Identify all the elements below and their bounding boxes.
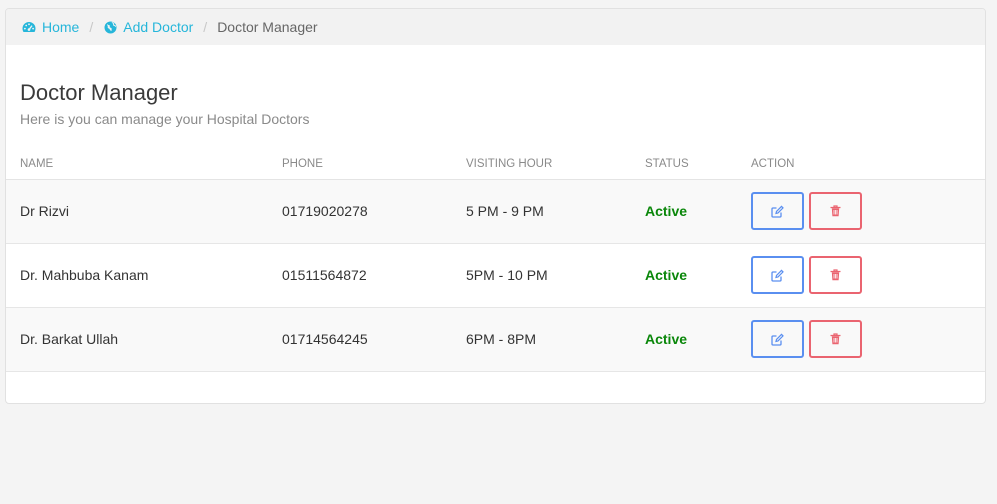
breadcrumb-home-link[interactable]: Home <box>22 19 79 35</box>
doctor-manager-card: Home / Add Doctor / Doctor Manager Docto… <box>5 8 986 404</box>
doctor-visiting-hour: 5 PM - 9 PM <box>452 179 631 244</box>
column-header-action: ACTION <box>737 149 985 180</box>
trash-icon <box>830 205 841 217</box>
dashboard-icon <box>22 20 36 34</box>
breadcrumb-separator: / <box>89 19 94 35</box>
doctor-status: Active <box>631 179 737 244</box>
edit-icon <box>771 269 784 282</box>
page-title: Doctor Manager <box>20 80 178 105</box>
doctor-phone: 01511564872 <box>268 243 452 308</box>
doctor-phone: 01714564245 <box>268 307 452 372</box>
table-row: Dr. Barkat Ullah 01714564245 6PM - 8PM A… <box>6 307 985 372</box>
edit-doctor-button[interactable] <box>751 320 804 358</box>
delete-doctor-button[interactable] <box>809 256 862 294</box>
breadcrumb: Home / Add Doctor / Doctor Manager <box>6 9 985 45</box>
column-header-name: NAME <box>6 149 268 180</box>
doctor-status: Active <box>631 307 737 372</box>
globe-icon <box>103 20 117 34</box>
doctor-name: Dr Rizvi <box>6 179 268 244</box>
table-row: Dr Rizvi 01719020278 5 PM - 9 PM Active <box>6 179 985 244</box>
action-buttons <box>751 320 985 358</box>
action-buttons <box>751 256 985 294</box>
trash-icon <box>830 333 841 345</box>
edit-icon <box>771 205 784 218</box>
edit-doctor-button[interactable] <box>751 192 804 230</box>
doctor-visiting-hour: 6PM - 8PM <box>452 307 631 372</box>
doctor-phone: 01719020278 <box>268 179 452 244</box>
delete-doctor-button[interactable] <box>809 320 862 358</box>
edit-icon <box>771 333 784 346</box>
doctor-visiting-hour: 5PM - 10 PM <box>452 243 631 308</box>
column-header-visiting-hour: VISITING HOUR <box>452 149 631 180</box>
column-header-status: STATUS <box>631 149 737 180</box>
breadcrumb-home-label: Home <box>42 19 80 35</box>
page-header: Doctor Manager Here is you can manage yo… <box>6 45 985 128</box>
doctor-actions <box>737 243 985 308</box>
page-subtitle: Here is you can manage your Hospital Doc… <box>20 111 310 127</box>
table-row: Dr. Mahbuba Kanam 01511564872 5PM - 10 P… <box>6 243 985 308</box>
table-header-row: NAME PHONE VISITING HOUR STATUS ACTION <box>6 149 985 180</box>
breadcrumb-add-doctor-link[interactable]: Add Doctor <box>103 19 193 35</box>
table-head: NAME PHONE VISITING HOUR STATUS ACTION <box>6 149 985 180</box>
doctor-actions <box>737 307 985 372</box>
doctor-actions <box>737 179 985 244</box>
column-header-phone: PHONE <box>268 149 452 180</box>
breadcrumb-separator: / <box>203 19 208 35</box>
delete-doctor-button[interactable] <box>809 192 862 230</box>
breadcrumb-current: Doctor Manager <box>217 19 318 35</box>
edit-doctor-button[interactable] <box>751 256 804 294</box>
breadcrumb-add-doctor-label: Add Doctor <box>123 19 194 35</box>
trash-icon <box>830 269 841 281</box>
doctors-table: NAME PHONE VISITING HOUR STATUS ACTION D… <box>6 149 985 372</box>
table-body: Dr Rizvi 01719020278 5 PM - 9 PM Active <box>6 179 985 372</box>
doctor-name: Dr. Barkat Ullah <box>6 307 268 372</box>
doctor-name: Dr. Mahbuba Kanam <box>6 243 268 308</box>
doctor-status: Active <box>631 243 737 308</box>
action-buttons <box>751 192 985 230</box>
